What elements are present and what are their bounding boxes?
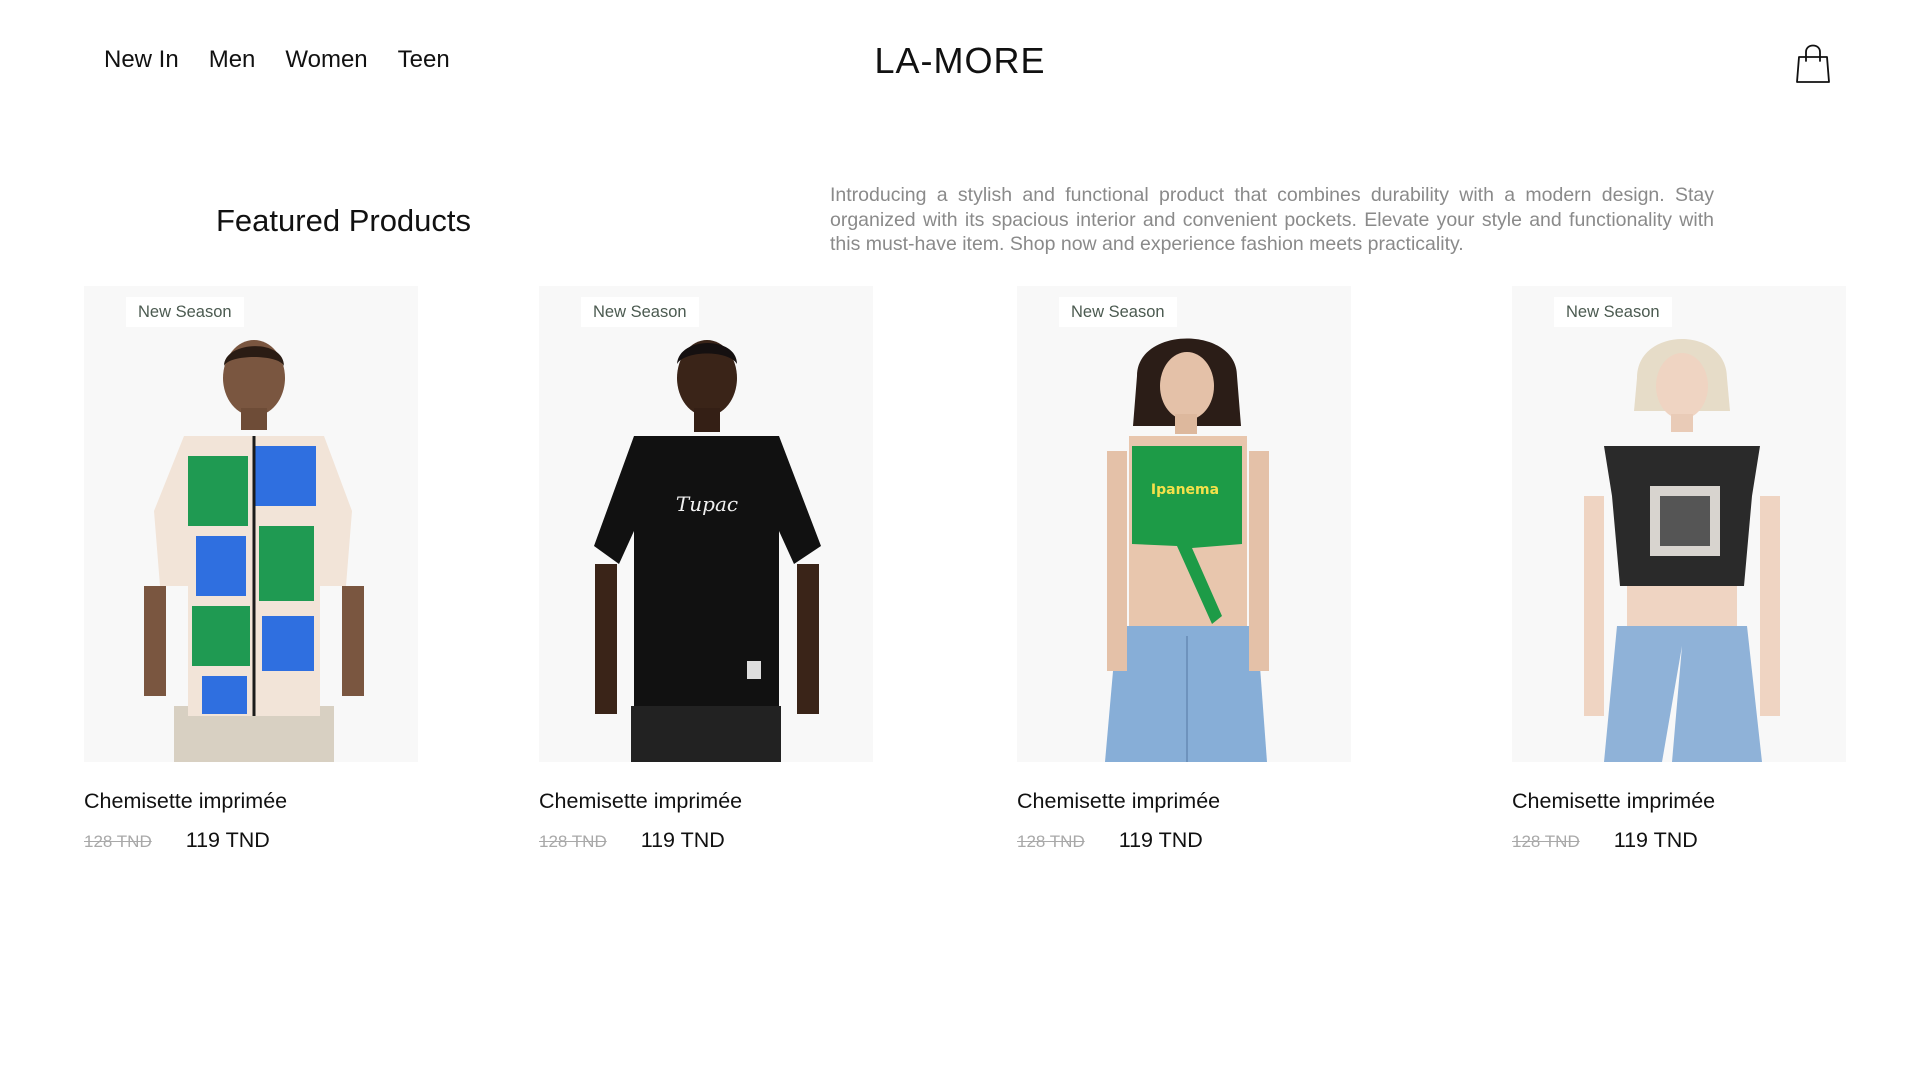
current-price: 119 TND [1613, 828, 1698, 852]
product-image-man-printed-shirt[interactable]: New Season [84, 286, 418, 762]
old-price: 128 TND [1017, 832, 1085, 851]
brand-logo[interactable]: LA-MORE [874, 40, 1045, 81]
old-price: 128 TND [1512, 832, 1580, 851]
current-price: 119 TND [1118, 828, 1203, 852]
new-season-badge: New Season [126, 297, 244, 327]
product-name[interactable]: Chemisette imprimée [1512, 789, 1846, 814]
product-prices: 128 TND 119 TND [1512, 828, 1846, 853]
product-prices: 128 TND 119 TND [539, 828, 873, 853]
featured-title: Featured Products [216, 203, 472, 238]
product-prices: 128 TND 119 TND [1017, 828, 1351, 853]
new-season-badge: New Season [1554, 297, 1672, 327]
product-card[interactable]: New Season Chemisette imprimée 128 TND 1… [1512, 286, 1846, 853]
new-season-badge: New Season [1059, 297, 1177, 327]
main-nav: New In Men Women Teen [104, 46, 450, 74]
product-card[interactable]: New Season Chemisette imprimée 128 TND 1… [84, 286, 418, 853]
product-image-man-black-tshirt[interactable]: Tupac New Season [539, 286, 873, 762]
new-season-badge: New Season [581, 297, 699, 327]
product-name[interactable]: Chemisette imprimée [1017, 789, 1351, 814]
old-price: 128 TND [84, 832, 152, 851]
product-name[interactable]: Chemisette imprimée [84, 789, 418, 814]
nav-item-teen[interactable]: Teen [398, 46, 450, 74]
site-header: New In Men Women Teen LA-MORE [0, 0, 1920, 130]
nav-item-men[interactable]: Men [209, 46, 256, 74]
svg-text:Ipanema: Ipanema [1151, 482, 1219, 498]
current-price: 119 TND [640, 828, 725, 852]
product-card[interactable]: Ipanema New Season Chemisette imprimée 1… [1017, 286, 1351, 853]
product-image-woman-green-top[interactable]: Ipanema New Season [1017, 286, 1351, 762]
product-card[interactable]: Tupac New Season Chemisette imprimée 128… [539, 286, 873, 853]
nav-item-new-in[interactable]: New In [104, 46, 179, 74]
product-name[interactable]: Chemisette imprimée [539, 789, 873, 814]
featured-description: Introducing a stylish and functional pro… [830, 184, 1714, 255]
nav-item-women[interactable]: Women [285, 46, 367, 74]
product-image-woman-black-crop-top[interactable]: New Season [1512, 286, 1846, 762]
current-price: 119 TND [185, 828, 270, 852]
shopping-bag-icon[interactable] [1795, 44, 1831, 84]
svg-text:Tupac: Tupac [676, 492, 738, 516]
product-prices: 128 TND 119 TND [84, 828, 418, 853]
old-price: 128 TND [539, 832, 607, 851]
